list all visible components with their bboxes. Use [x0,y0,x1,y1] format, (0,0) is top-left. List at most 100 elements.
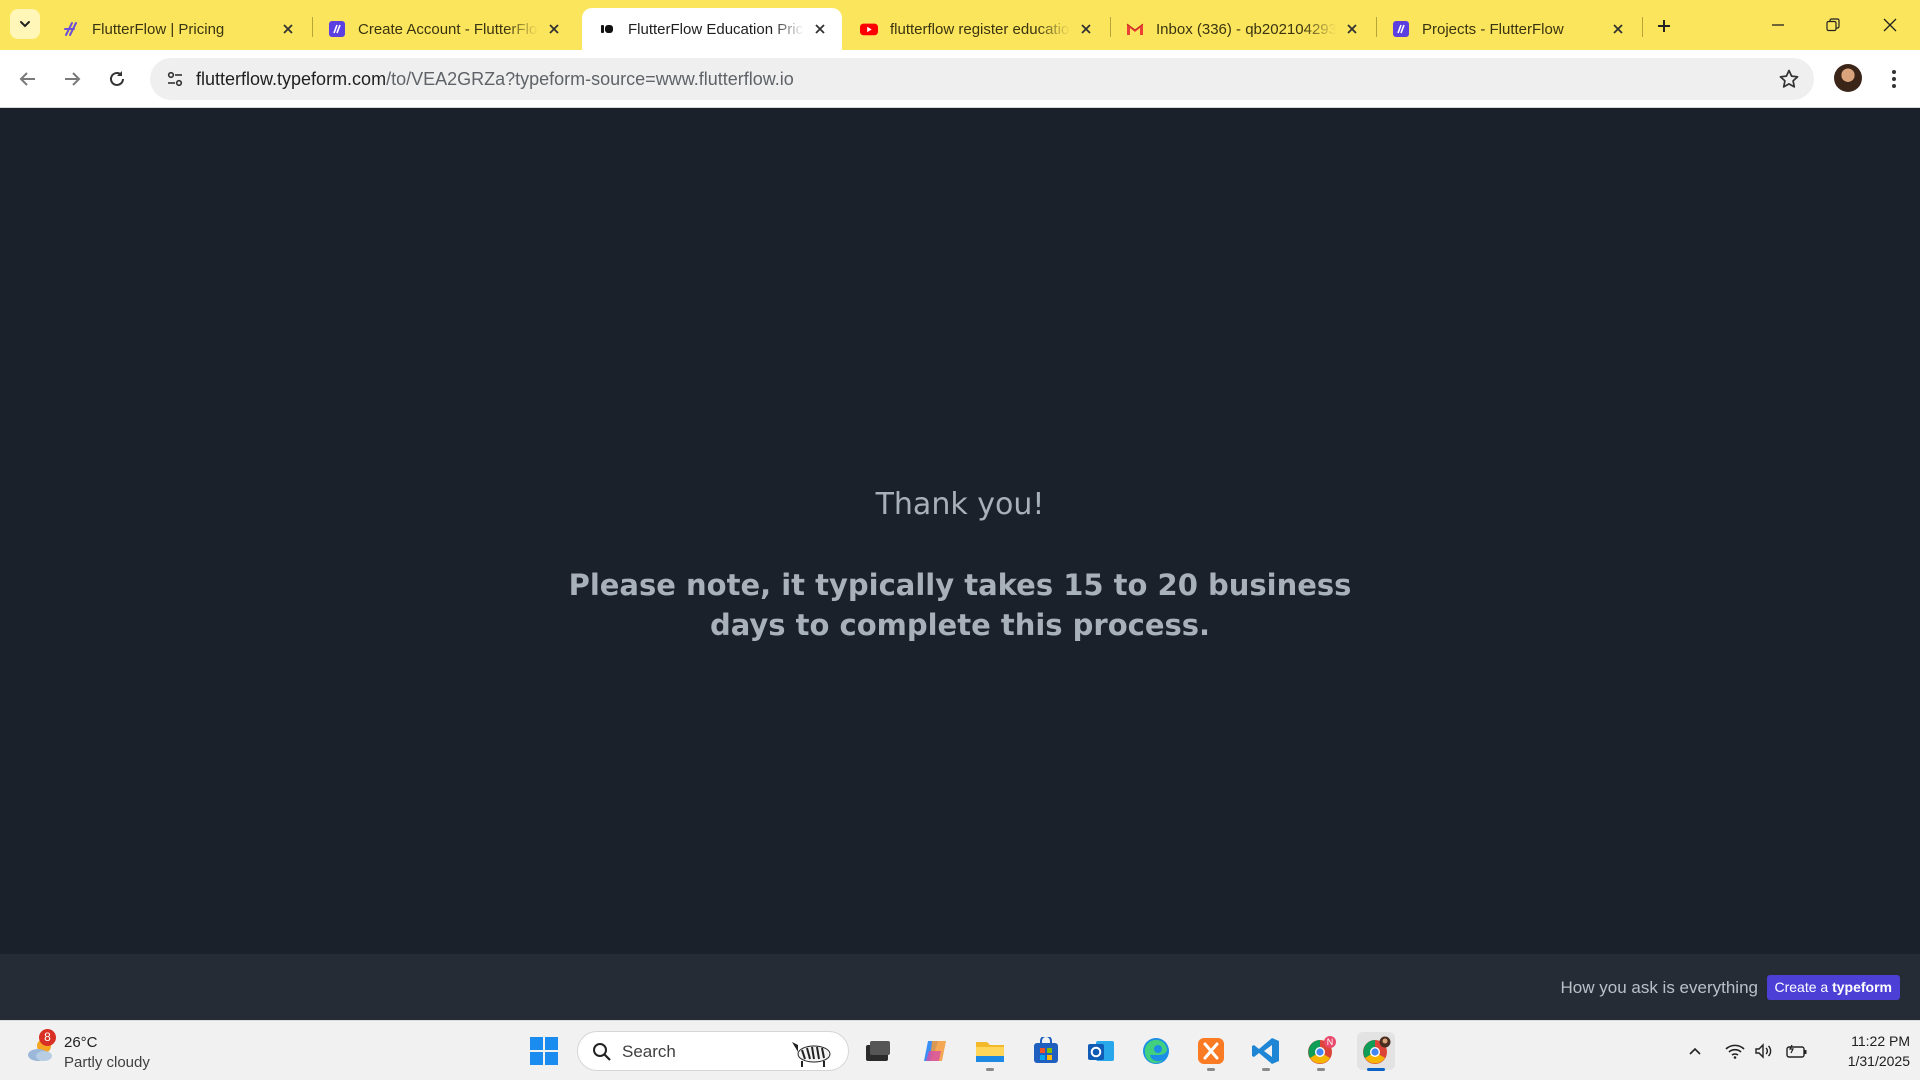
url-path: /to/VEA2GRZa?typeform-source=www.flutter… [386,69,794,89]
browser-menu-button[interactable] [1880,64,1908,94]
copilot-icon [920,1037,950,1065]
gmail-icon [1126,20,1144,38]
site-info-button[interactable] [160,64,190,94]
edge-button[interactable] [1137,1032,1175,1070]
tab-search-button[interactable] [10,9,40,39]
running-indicator [1262,1068,1270,1071]
svg-text:N: N [1327,1037,1334,1047]
thank-you-heading: Thank you! [875,487,1045,522]
address-bar[interactable]: flutterflow.typeform.com/to/VEA2GRZa?typ… [150,58,1814,100]
close-icon[interactable] [544,19,564,39]
typeform-icon [598,20,616,38]
restore-button[interactable] [1813,10,1853,40]
microsoft-store-icon [1032,1037,1060,1065]
url-text[interactable]: flutterflow.typeform.com/to/VEA2GRZa?typ… [196,69,794,90]
windows-start-icon [529,1036,559,1066]
battery-charging-icon [1786,1044,1808,1058]
copilot-button[interactable] [916,1032,954,1070]
xampp-button[interactable] [1192,1032,1230,1071]
url-host: flutterflow.typeform.com [196,69,387,89]
close-icon[interactable] [810,19,830,39]
chrome-profile-n-button[interactable]: N [1302,1032,1340,1071]
close-icon[interactable] [1076,19,1096,39]
tab-projects-flutterflow[interactable]: Projects - FlutterFlow [1376,8,1640,50]
tab-title: FlutterFlow Education Pricing [628,20,804,38]
tab-gmail-inbox[interactable]: Inbox (336) - qb2021042933 [1110,8,1374,50]
profile-avatar[interactable] [1834,64,1862,92]
outlook-icon [1086,1037,1116,1065]
restore-icon [1826,18,1840,32]
close-icon[interactable] [1608,19,1628,39]
file-explorer-button[interactable] [971,1032,1009,1071]
typeform-tagline: How you ask is everything [1560,978,1758,997]
tab-flutterflow-pricing[interactable]: FlutterFlow | Pricing [46,8,310,50]
tab-title: FlutterFlow | Pricing [92,20,225,38]
weather-temperature: 26°C [64,1034,98,1051]
edge-icon [1141,1036,1171,1066]
vscode-icon [1251,1036,1281,1066]
flutterflow-square-icon [328,20,346,38]
close-icon[interactable] [1342,19,1362,39]
tab-strip: FlutterFlow | Pricing Create Account - F… [0,0,1920,50]
weather-alert-badge: 8 [39,1029,56,1046]
forward-button[interactable] [57,64,87,94]
new-tab-button[interactable] [1650,12,1678,40]
chrome-button[interactable] [1357,1032,1395,1071]
close-window-button[interactable] [1870,10,1910,40]
running-indicator [1317,1068,1325,1071]
task-view-button[interactable] [859,1032,897,1070]
battery-status[interactable] [1785,1039,1809,1063]
tab-divider [1642,17,1643,37]
taskbar-search[interactable]: Search [577,1031,849,1071]
tab-title: flutterflow register education [890,20,1070,38]
microsoft-store-button[interactable] [1027,1032,1065,1070]
chrome-profile-n-icon: N [1305,1035,1337,1067]
arrow-left-icon [19,70,37,88]
network-status[interactable] [1723,1039,1747,1063]
tune-icon [166,70,184,88]
tab-education-pricing[interactable]: FlutterFlow Education Pricing [582,8,842,50]
clock-date: 1/31/2025 [1847,1053,1910,1069]
start-button[interactable] [525,1032,563,1070]
minimize-button[interactable] [1758,10,1798,40]
clock-time: 11:22 PM [1851,1033,1910,1049]
reload-button[interactable] [102,64,132,94]
bookmark-star-icon[interactable] [1778,68,1800,90]
system-clock[interactable]: 11:22 PM 1/31/2025 [1824,1031,1910,1071]
tab-youtube-search[interactable]: flutterflow register education [844,8,1108,50]
chevron-up-icon [1688,1044,1702,1058]
reload-icon [108,70,126,88]
close-icon[interactable] [278,19,298,39]
chevron-down-icon [18,17,32,31]
typeform-brand: typeform [1832,979,1892,995]
show-hidden-icons-button[interactable] [1683,1039,1707,1063]
outlook-button[interactable] [1082,1032,1120,1070]
search-icon [592,1042,612,1062]
plus-icon [1656,18,1672,34]
tab-create-account[interactable]: Create Account - FlutterFlow [312,8,576,50]
typeform-ending-screen: Thank you! Please note, it typically tak… [0,109,1920,954]
xampp-icon [1196,1036,1226,1066]
more-vertical-icon [1891,69,1897,89]
typeform-footer: How you ask is everything Create a typef… [0,954,1920,1020]
file-explorer-icon [975,1038,1005,1064]
minimize-icon [1771,18,1785,32]
speaker-icon [1754,1043,1774,1059]
running-indicator [986,1068,994,1071]
tab-title: Create Account - FlutterFlow [358,20,538,38]
vscode-button[interactable] [1247,1032,1285,1071]
weather-widget[interactable]: 8 26°C Partly cloudy [22,1029,222,1073]
search-label: Search [622,1042,676,1061]
processing-time-note: Please note, it typically takes 15 to 20… [568,568,1352,642]
tab-title: Inbox (336) - qb2021042933 [1156,20,1336,38]
weather-condition: Partly cloudy [64,1054,150,1071]
flutterflow-icon [62,20,80,38]
create-typeform-prefix: Create a [1774,979,1833,995]
task-view-icon [864,1039,892,1063]
browser-toolbar: flutterflow.typeform.com/to/VEA2GRZa?typ… [0,50,1920,108]
back-button[interactable] [13,64,43,94]
running-indicator [1207,1068,1215,1071]
volume-control[interactable] [1752,1039,1776,1063]
create-typeform-button[interactable]: Create a typeform [1766,975,1900,1000]
arrow-right-icon [63,70,81,88]
